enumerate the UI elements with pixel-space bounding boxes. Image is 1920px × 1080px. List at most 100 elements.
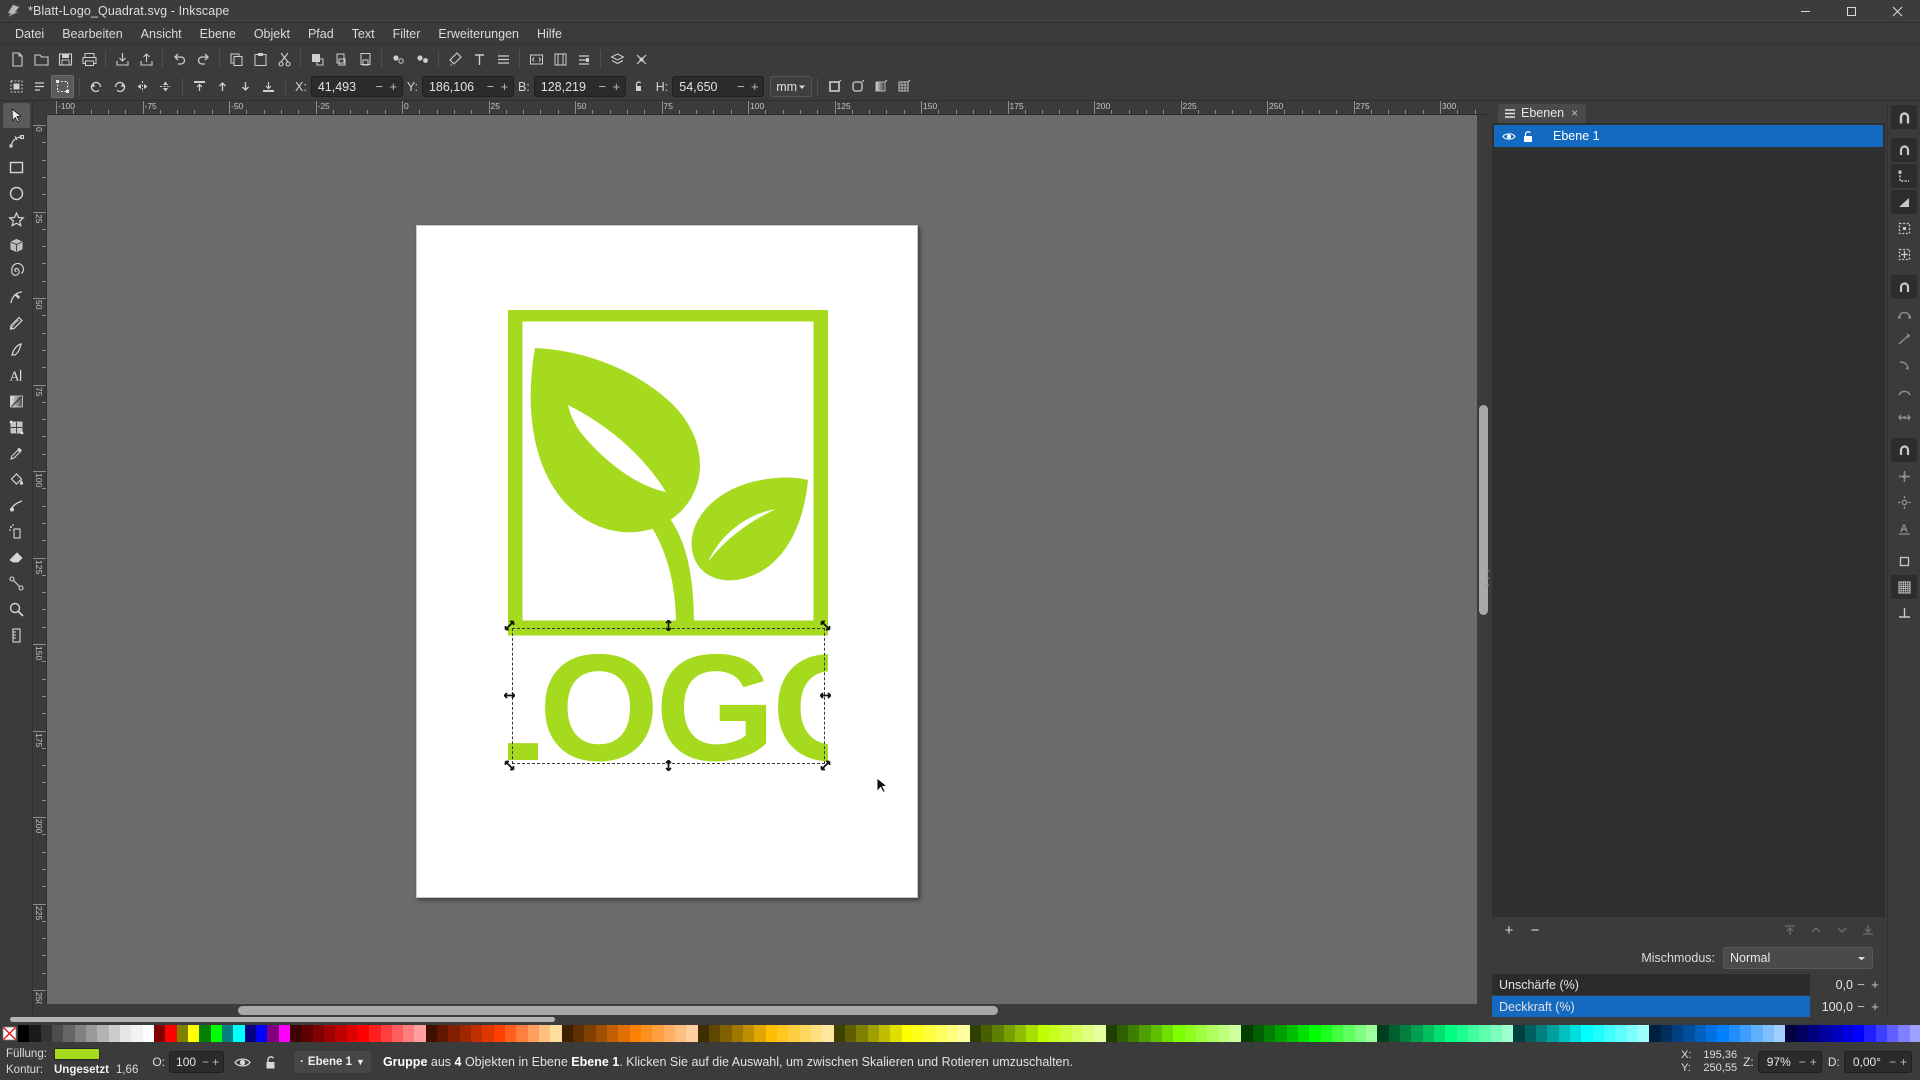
palette-swatch[interactable] <box>1456 1024 1468 1042</box>
affect-stroke-width-icon[interactable] <box>823 75 846 98</box>
palette-swatch[interactable] <box>1377 1024 1389 1042</box>
palette-swatch[interactable] <box>1139 1024 1151 1042</box>
palette-swatch[interactable] <box>1060 1024 1072 1042</box>
palette-swatch[interactable] <box>18 1024 30 1042</box>
ruler-unit-corner[interactable] <box>33 101 47 115</box>
palette-swatch[interactable] <box>1683 1024 1695 1042</box>
palette-swatch[interactable] <box>1626 1024 1638 1042</box>
palette-swatch[interactable] <box>493 1024 506 1042</box>
palette-swatch[interactable] <box>255 1024 268 1042</box>
eye-icon[interactable] <box>1499 131 1519 142</box>
palette-swatch[interactable] <box>1309 1024 1321 1042</box>
palette-swatch[interactable] <box>765 1024 777 1042</box>
palette-swatch[interactable] <box>1468 1024 1480 1042</box>
connector-tool[interactable] <box>3 571 30 596</box>
paste-icon[interactable] <box>248 47 272 71</box>
x-stepper[interactable]: − + <box>370 80 399 93</box>
no-color-icon[interactable] <box>1 1025 18 1042</box>
palette-swatch[interactable] <box>890 1024 902 1042</box>
zoom-drawing-icon[interactable] <box>329 47 353 71</box>
palette-swatch[interactable] <box>1105 1024 1117 1042</box>
palette-swatch[interactable] <box>1547 1024 1559 1042</box>
palette-swatch[interactable] <box>244 1024 256 1042</box>
palette-swatch[interactable] <box>63 1024 75 1042</box>
palette-swatch[interactable] <box>584 1024 596 1042</box>
palette-swatch[interactable] <box>912 1024 925 1042</box>
scale-handle-e[interactable] <box>820 690 831 701</box>
menu-objekt[interactable]: Objekt <box>245 24 299 44</box>
scale-handle-n[interactable] <box>663 620 674 631</box>
palette-swatch[interactable] <box>675 1024 687 1042</box>
palette-swatch[interactable] <box>629 1024 642 1042</box>
y-plus[interactable]: + <box>499 80 510 93</box>
palette-swatch[interactable] <box>1830 1024 1842 1042</box>
palette-swatch[interactable] <box>799 1024 811 1042</box>
lower-one-step-icon[interactable] <box>234 75 257 98</box>
opacity-minus[interactable]: − <box>202 1055 209 1069</box>
palette-swatch[interactable] <box>743 1024 755 1042</box>
palette-swatch[interactable] <box>924 1024 936 1042</box>
menu-filter[interactable]: Filter <box>384 24 430 44</box>
palette-swatch[interactable] <box>550 1024 562 1042</box>
palette-swatch[interactable] <box>51 1024 64 1042</box>
spiral-tool[interactable] <box>3 259 30 284</box>
palette-swatch[interactable] <box>233 1024 245 1042</box>
layer-name[interactable]: Ebene 1 <box>1553 129 1600 143</box>
palette-swatch[interactable] <box>1649 1024 1661 1042</box>
snap-bbox-edge-midpoint-icon[interactable] <box>1891 216 1917 240</box>
palette-swatch[interactable] <box>391 1024 404 1042</box>
unlock-icon[interactable] <box>1519 130 1539 143</box>
palette-swatch[interactable] <box>1241 1024 1253 1042</box>
palette-swatch[interactable] <box>346 1024 358 1042</box>
palette-swatch[interactable] <box>595 1024 608 1042</box>
new-document-icon[interactable] <box>5 47 29 71</box>
fill-stroke-dialog-icon[interactable] <box>443 47 467 71</box>
palette-swatch[interactable] <box>1569 1024 1582 1042</box>
paintbucket-tool[interactable] <box>3 467 30 492</box>
dock-resize-grip[interactable] <box>1484 565 1490 591</box>
ellipse-tool[interactable] <box>3 181 30 206</box>
palette-swatch[interactable] <box>1796 1024 1808 1042</box>
snap-guide-icon[interactable] <box>1891 601 1917 625</box>
palette-swatch[interactable] <box>40 1024 52 1042</box>
raise-icon[interactable] <box>1805 920 1827 940</box>
palette-swatch[interactable] <box>1819 1024 1831 1042</box>
flip-vertical-icon[interactable] <box>154 75 177 98</box>
palette-swatch[interactable] <box>833 1024 845 1042</box>
tab-ebenen[interactable]: Ebenen × <box>1498 104 1587 123</box>
palette-swatch[interactable] <box>822 1024 834 1042</box>
palette-swatch[interactable] <box>267 1024 279 1042</box>
menu-erweiterungen[interactable]: Erweiterungen <box>429 24 528 44</box>
palette-swatch[interactable] <box>1400 1024 1412 1042</box>
layer-list[interactable]: Ebene 1 <box>1492 123 1885 917</box>
palette-swatch[interactable] <box>709 1024 721 1042</box>
palette-swatch[interactable] <box>720 1024 732 1042</box>
palette-swatch[interactable] <box>1264 1024 1276 1042</box>
palette-swatch[interactable] <box>856 1024 868 1042</box>
palette-swatch[interactable] <box>935 1024 947 1042</box>
palette-swatch[interactable] <box>1184 1024 1197 1042</box>
x-plus[interactable]: + <box>388 80 399 93</box>
palette-swatch[interactable] <box>357 1024 370 1042</box>
canvas-horizontal-scrollbar[interactable] <box>33 1004 1490 1017</box>
zoom-input[interactable]: 97% − + <box>1757 1051 1822 1073</box>
clone-icon[interactable] <box>410 47 434 71</box>
y-input[interactable]: 186,106 − + <box>421 76 514 97</box>
palette-swatch[interactable] <box>618 1024 630 1042</box>
extensions-icon[interactable] <box>629 47 653 71</box>
palette-swatch[interactable] <box>1434 1024 1446 1042</box>
palette-swatch[interactable] <box>210 1024 222 1042</box>
zoom-plus[interactable]: + <box>1810 1055 1817 1069</box>
palette-swatch[interactable] <box>1875 1024 1888 1042</box>
raise-to-top-icon[interactable] <box>1779 920 1801 940</box>
palette-swatch[interactable] <box>414 1024 426 1042</box>
palette-swatch[interactable] <box>1162 1024 1174 1042</box>
palette-swatch[interactable] <box>459 1024 472 1042</box>
palette-swatch[interactable] <box>471 1024 483 1042</box>
palette-swatch[interactable] <box>1603 1024 1616 1042</box>
palette-swatch[interactable] <box>1196 1024 1208 1042</box>
palette-swatch[interactable] <box>74 1024 86 1042</box>
palette-swatch[interactable] <box>1705 1024 1718 1042</box>
palette-swatch[interactable] <box>1230 1024 1242 1042</box>
blend-mode-select[interactable]: Normal <box>1723 947 1873 969</box>
